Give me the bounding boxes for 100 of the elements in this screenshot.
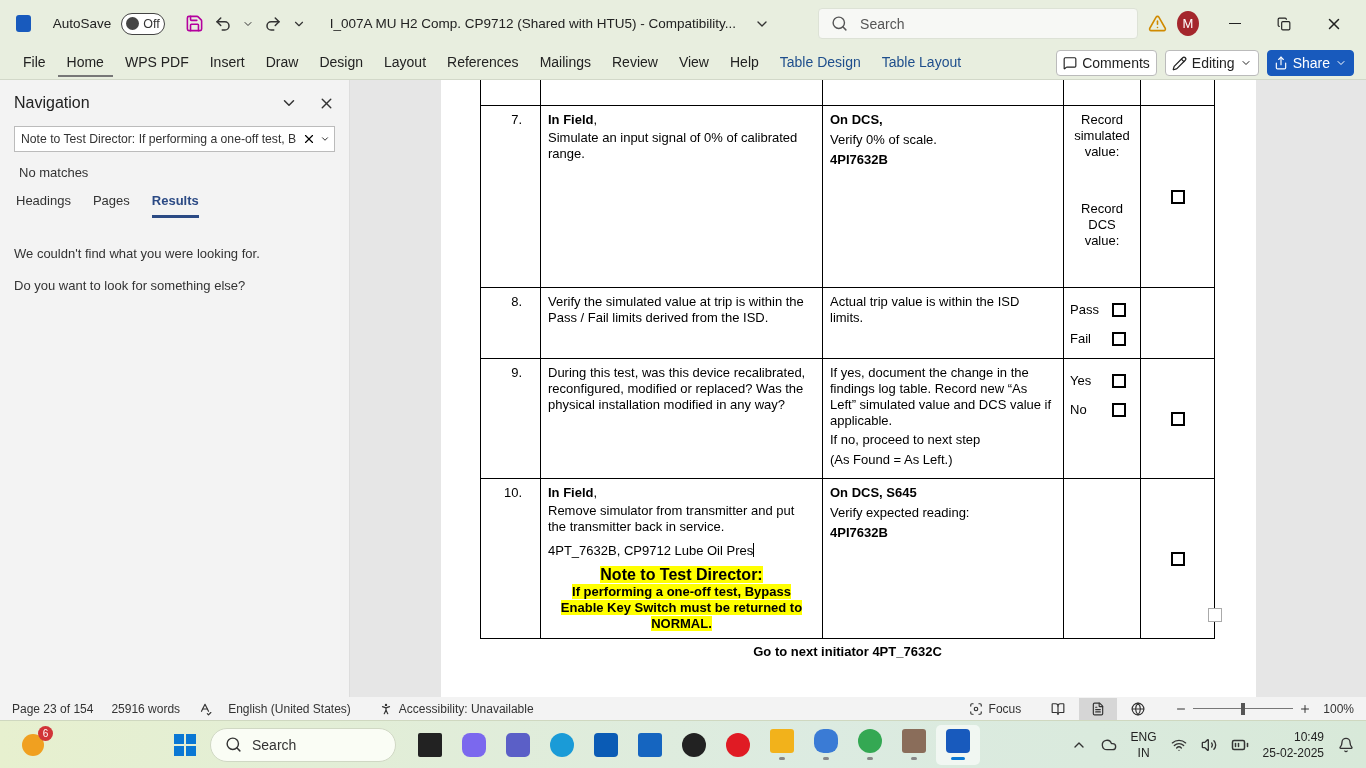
verify-text: If no, proceed to next step: [830, 432, 982, 448]
message-text: We couldn't find what you were looking for.: [14, 246, 261, 261]
verify-text: (As Found = As Left.): [830, 452, 954, 468]
option-label: Pass: [1070, 302, 1099, 317]
save-icon[interactable]: [184, 14, 204, 33]
focus-button[interactable]: Focus: [968, 701, 1022, 716]
pane-tab[interactable]: Pages: [92, 193, 130, 218]
start-icon[interactable]: [174, 733, 196, 756]
step-text: Simulate an input signal of 0% of calibrated range.: [548, 130, 799, 162]
ribbon-tab[interactable]: Insert: [200, 49, 254, 77]
accessibility-status[interactable]: Accessibility: Unavailable: [378, 701, 534, 716]
checkbox[interactable]: [1112, 402, 1126, 417]
input-language[interactable]: ENG: [1130, 728, 1157, 745]
search-icon: [225, 736, 242, 753]
notification-count: 6: [38, 725, 53, 741]
verify-heading: On DCS, S645: [830, 485, 918, 501]
volume-icon[interactable]: [1200, 736, 1217, 753]
step-text: Verify the simulated value at trip is within the Pass / Fail limits derived from the ISD.: [548, 294, 805, 326]
message-text: Do you want to look for something else?: [14, 278, 247, 293]
taskbar-search[interactable]: Search: [210, 727, 396, 762]
verify-text: Actual trip value is within the ISD limits.: [830, 294, 1021, 326]
checkbox[interactable]: [1112, 373, 1126, 388]
clock-time[interactable]: 10:49: [1293, 728, 1324, 745]
status-text: No matches: [19, 165, 90, 180]
user-avatar[interactable]: M: [1177, 11, 1199, 36]
note-text: If performing a one-off test, Bypass Enable Key Switch must be returned to NORMAL.: [559, 584, 804, 632]
pane-title: Navigation: [14, 94, 90, 112]
option-label: No: [1070, 402, 1087, 417]
next-step-text: Go to next initiator 4PT_7632C: [752, 644, 943, 659]
language-text: English (United States): [228, 701, 351, 716]
step-number: 9.: [510, 365, 523, 380]
verify-text: Verify expected reading:: [830, 505, 971, 521]
verify-heading: On DCS,: [830, 112, 884, 128]
pane-tab[interactable]: Results: [151, 193, 199, 218]
ribbon-tab[interactable]: WPS PDF: [115, 49, 198, 77]
record-label: Record simulated value:: [1073, 112, 1131, 160]
search-field[interactable]: Note to Test Director: If performing a one-off test, B: [14, 126, 335, 152]
zoom-in-icon[interactable]: [1299, 702, 1312, 715]
checkbox[interactable]: [1112, 302, 1126, 317]
clear-icon[interactable]: [302, 132, 316, 146]
redo-icon[interactable]: [263, 14, 282, 33]
checkbox[interactable]: [1170, 189, 1185, 204]
search-field[interactable]: Search: [818, 8, 1139, 39]
focus-icon: [968, 701, 983, 716]
editing-button[interactable]: Editing: [1164, 50, 1259, 76]
verify-text: If yes, document the change in the findings log table. Record new “As Left” simulated value and DCS value if applicable.: [830, 365, 1053, 429]
zoom-thumb[interactable]: [1241, 702, 1246, 715]
ribbon-tab[interactable]: Home: [57, 49, 113, 77]
view-icon: [1091, 701, 1106, 716]
ribbon-tab[interactable]: Review: [603, 49, 667, 77]
proofing-icon[interactable]: [198, 701, 213, 716]
step-number: 8.: [510, 294, 523, 309]
verify-text: Verify 0% of scale.: [830, 132, 938, 148]
pencil-icon: [1171, 55, 1187, 71]
clock-date[interactable]: 25-02-2025: [1262, 744, 1324, 761]
typed-text: 4PT_7632B, CP9712 Lube Oil Pres: [548, 543, 756, 559]
ribbon-tab[interactable]: Table Design: [770, 49, 870, 77]
word-count: 25916 words: [111, 701, 181, 716]
verify-heading: 4PI7632B: [830, 525, 889, 541]
ribbon-tab[interactable]: Design: [310, 49, 372, 77]
record-label: Record DCS value:: [1080, 201, 1124, 249]
ribbon-tab[interactable]: Layout: [375, 49, 436, 77]
autosave-label: AutoSave: [52, 16, 112, 31]
share-icon: [1273, 56, 1288, 70]
restore-icon: [1277, 16, 1292, 31]
page-count: Page 23 of 154: [12, 701, 94, 716]
ribbon-tab[interactable]: References: [438, 49, 528, 77]
checkbox[interactable]: [1170, 411, 1185, 426]
step-text: In Field,: [548, 112, 599, 128]
step-text: In Field,: [548, 485, 599, 501]
ribbon-tab[interactable]: View: [669, 49, 718, 77]
search-icon: [831, 15, 849, 32]
ribbon-tab[interactable]: File: [14, 49, 55, 77]
option-label: Yes: [1070, 373, 1092, 388]
checkbox[interactable]: [1112, 331, 1126, 346]
comments-button[interactable]: Comments: [1056, 50, 1157, 76]
ribbon-tab[interactable]: Mailings: [530, 49, 600, 77]
verify-heading: 4PI7632B: [830, 152, 889, 168]
step-text: During this test, was this device recalibrated, reconfigured, modified or replaced? Was the physical installation modified in any way?: [548, 365, 807, 413]
autosave-toggle[interactable]: Off: [121, 12, 165, 35]
view-icon: [1051, 701, 1066, 716]
table-resize-handle[interactable]: [1208, 608, 1222, 622]
chevron-down-icon[interactable]: [320, 134, 330, 144]
undo-icon[interactable]: [213, 14, 232, 33]
pane-tab[interactable]: Headings: [16, 193, 71, 218]
ribbon-tab[interactable]: Draw: [256, 49, 308, 77]
note-title: Note to Test Director:: [599, 565, 764, 584]
input-region[interactable]: IN: [1137, 744, 1150, 761]
checkbox[interactable]: [1170, 551, 1185, 566]
taskbar-app-icon[interactable]: [936, 724, 980, 765]
zoom-percent[interactable]: 100%: [1323, 701, 1354, 716]
step-number: 10.: [502, 485, 523, 500]
comment-icon: [1063, 56, 1078, 70]
view-button[interactable]: [1079, 697, 1118, 720]
step-number: 7.: [510, 112, 523, 127]
minimize-icon: [1228, 23, 1241, 24]
ribbon-tab[interactable]: Table Layout: [872, 49, 971, 77]
bell-icon[interactable]: [1338, 736, 1354, 753]
ribbon-tab[interactable]: Help: [721, 49, 768, 77]
share-button[interactable]: Share: [1266, 50, 1354, 76]
